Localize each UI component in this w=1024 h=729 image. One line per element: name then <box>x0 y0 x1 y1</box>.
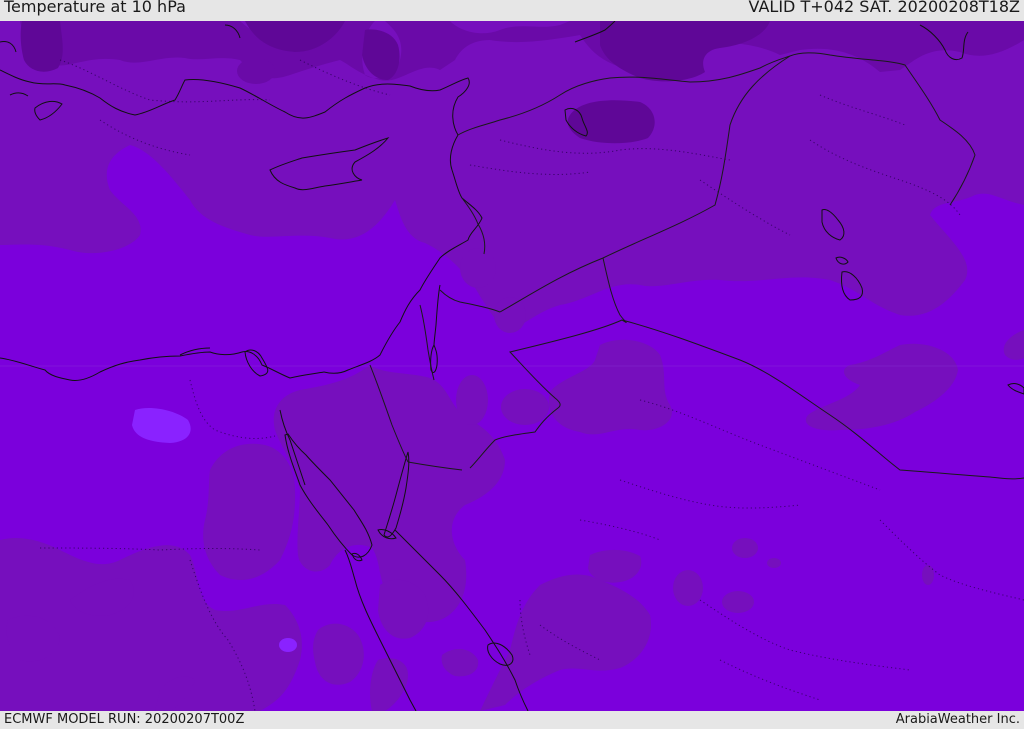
temperature-blob-mid-13 <box>722 591 754 613</box>
temperature-blob-mid-12 <box>673 570 703 606</box>
temperature-blob-mid-18 <box>922 565 934 585</box>
valid-time: VALID T+042 SAT. 20200208T18Z <box>748 0 1020 16</box>
model-run-label: ECMWF MODEL RUN: 20200207T00Z <box>4 712 245 727</box>
temperature-blob-mid-15 <box>767 558 781 568</box>
temperature-blob-mid-14 <box>732 538 758 558</box>
temperature-blob-mid-11 <box>494 297 526 333</box>
temperature-blob-darkest-nw <box>20 21 63 72</box>
temperature-blob-mid-16 <box>456 375 488 425</box>
cold-spot-2 <box>279 638 297 652</box>
temperature-blob-mid-10 <box>460 248 496 288</box>
map-canvas <box>0 21 1024 711</box>
temperature-blob-dark-2 <box>237 58 275 84</box>
map-title: Temperature at 10 hPa <box>4 0 186 16</box>
temperature-blob-dark-3 <box>567 100 655 144</box>
credit-label: ArabiaWeather Inc. <box>895 712 1020 727</box>
footer-bar: ECMWF MODEL RUN: 20200207T00Z ArabiaWeat… <box>0 711 1024 729</box>
temperature-blob-mid-17 <box>501 389 549 425</box>
temperature-map[interactable] <box>0 21 1024 711</box>
header-bar: Temperature at 10 hPa VALID T+042 SAT. 2… <box>0 0 1024 21</box>
